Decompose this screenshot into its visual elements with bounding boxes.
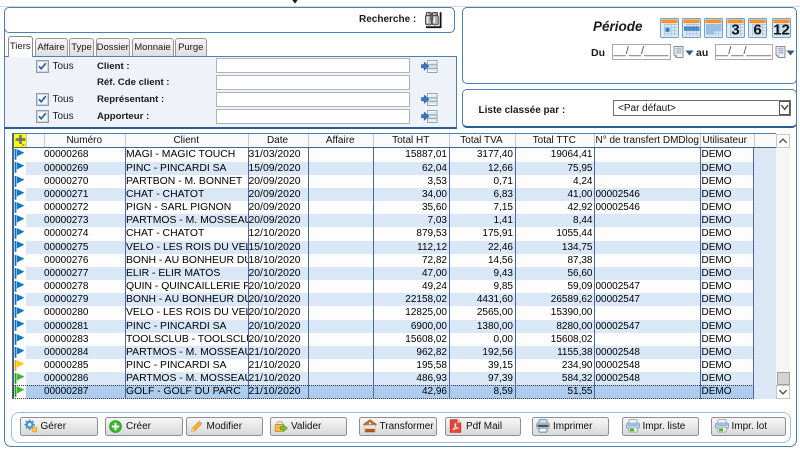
svg-text:12: 12 xyxy=(773,21,790,37)
svg-text:3: 3 xyxy=(731,21,739,37)
svg-text:6: 6 xyxy=(753,21,761,37)
